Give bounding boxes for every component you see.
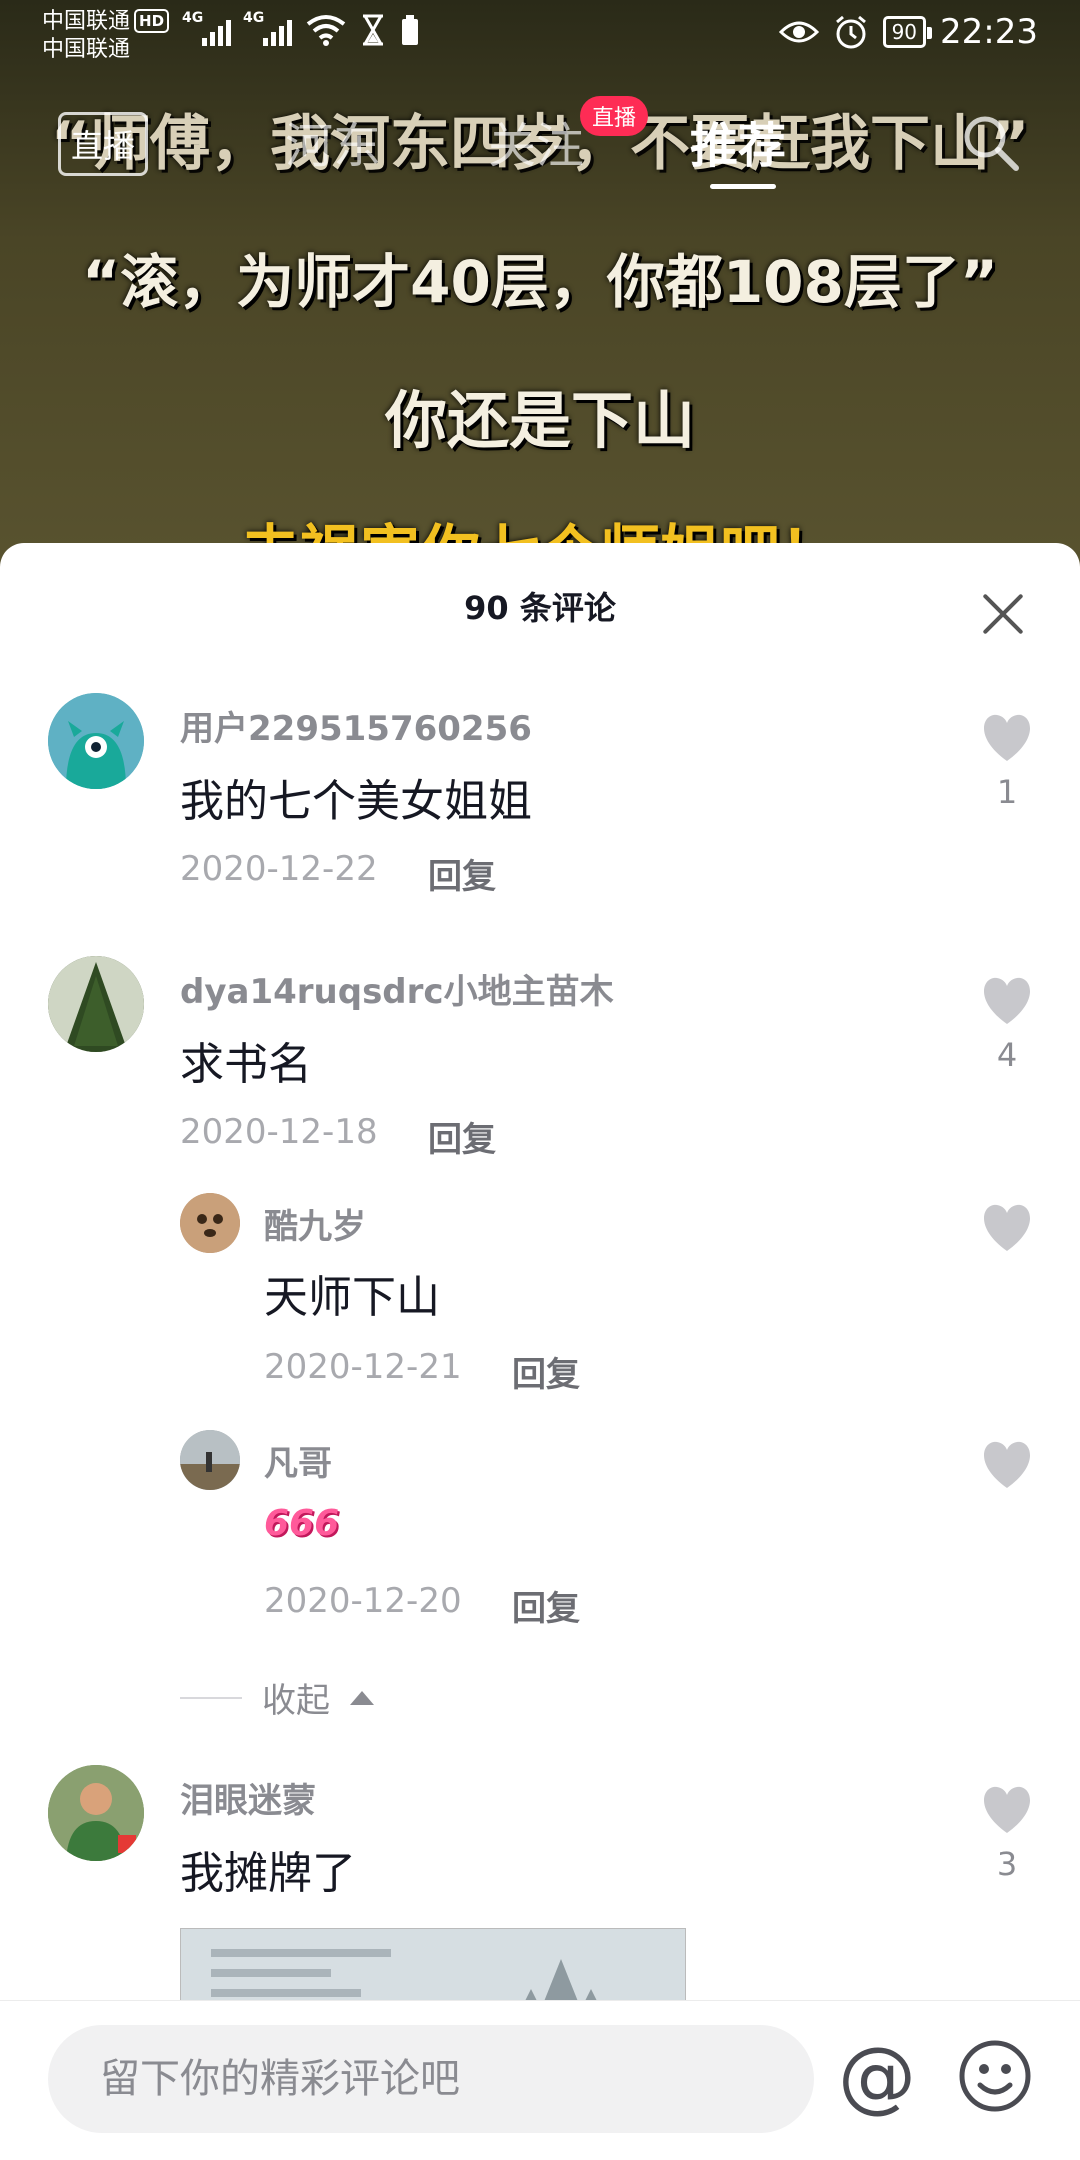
heart-icon xyxy=(984,714,1030,761)
heart-icon xyxy=(984,1441,1030,1488)
comment-text: 求书名 xyxy=(180,1039,312,1090)
network-type: 4G xyxy=(243,10,265,26)
network-type: 4G xyxy=(182,10,204,26)
wifi-icon xyxy=(306,15,346,46)
like-count: 1 xyxy=(996,773,1018,811)
reply-username[interactable]: 凡哥 xyxy=(264,1436,332,1485)
like-count: 3 xyxy=(996,1845,1018,1883)
avatar[interactable] xyxy=(48,1765,144,1861)
tab-live[interactable]: 直播 xyxy=(58,112,149,176)
reply-text: 天师下山 xyxy=(264,1272,440,1323)
comment-date: 2020-12-18 xyxy=(180,1112,378,1152)
avatar[interactable] xyxy=(180,1193,240,1253)
video-player[interactable]: “师傅，我河东四岁，不要赶我下山” “滚，为师才40层，你都108层了” 你还是… xyxy=(0,0,1080,600)
tab-hedong[interactable]: 河东 xyxy=(285,106,381,176)
top-nav: 直播 河东 关注 直播 推荐 xyxy=(0,96,1080,196)
live-badge: 直播 xyxy=(580,96,649,136)
comment-username[interactable]: dya14ruqsdrc小地主苗木 xyxy=(180,964,614,1013)
comment-date: 2020-12-22 xyxy=(180,849,378,889)
comment-input-bar: @ xyxy=(0,2000,1080,2160)
tab-follow[interactable]: 关注 xyxy=(488,106,584,176)
reply-date: 2020-12-21 xyxy=(264,1347,462,1387)
reply-date: 2020-12-20 xyxy=(264,1581,462,1621)
avatar[interactable] xyxy=(48,956,144,1052)
reply-button[interactable]: 回复 xyxy=(428,849,496,898)
battery-icon: 90 xyxy=(882,16,933,48)
avatar-landscape-icon xyxy=(180,1430,240,1490)
comment-username[interactable]: 泪眼迷蒙 xyxy=(180,1773,316,1822)
like-button[interactable] xyxy=(978,1440,1036,1494)
hourglass-icon xyxy=(363,14,383,46)
video-caption: 你还是下山 xyxy=(384,384,695,457)
avatar[interactable] xyxy=(180,1430,240,1490)
like-button[interactable]: 1 xyxy=(978,713,1036,811)
heart-icon xyxy=(984,1786,1030,1833)
heart-icon xyxy=(984,977,1030,1024)
system-status: 90 22:23 xyxy=(778,12,1038,52)
close-icon[interactable] xyxy=(982,593,1024,635)
eye-icon xyxy=(778,21,819,43)
battery-saver-icon xyxy=(402,15,418,45)
avatar-person-icon xyxy=(48,1765,144,1861)
alarm-icon xyxy=(835,15,866,49)
divider xyxy=(180,1696,242,1699)
avatar[interactable] xyxy=(48,693,144,789)
comment-text: 我的七个美女姐姐 xyxy=(180,776,532,827)
like-button[interactable] xyxy=(978,1203,1036,1257)
reply-button[interactable]: 回复 xyxy=(512,1347,580,1396)
reply-text-666-sticker: 666 xyxy=(264,1503,340,1544)
comments-count-title: 90 条评论 xyxy=(464,589,616,627)
signal-icon: 4G xyxy=(182,10,231,46)
reply-button[interactable]: 回复 xyxy=(512,1581,580,1630)
carrier-info: 中国联通 HD 中国联通 xyxy=(42,8,170,64)
hd-badge: HD xyxy=(134,9,170,33)
emoji-icon[interactable] xyxy=(958,2039,1032,2113)
avatar-tree-icon xyxy=(48,956,144,1052)
network-icons: 4G 4G xyxy=(182,10,420,46)
comments-sheet: 90 条评论 用户229515760256 我的七个美女姐姐 2020-12-2… xyxy=(0,543,1080,2160)
status-bar: 中国联通 HD 中国联通 4G 4G 90 22:23 xyxy=(0,0,1080,68)
carrier-1: 中国联通 xyxy=(42,9,131,34)
comment-input[interactable] xyxy=(48,2025,814,2133)
like-button[interactable]: 3 xyxy=(978,1785,1036,1883)
collapse-label: 收起 xyxy=(262,1681,330,1721)
comment-username[interactable]: 用户229515760256 xyxy=(180,701,532,750)
mention-button[interactable]: @ xyxy=(838,2027,916,2127)
collapse-replies-button[interactable]: 收起 xyxy=(180,1673,374,1722)
tab-recommend[interactable]: 推荐 xyxy=(690,106,786,176)
comment-text: 我摊牌了 xyxy=(180,1848,356,1899)
avatar-monster-icon xyxy=(48,693,144,789)
like-button[interactable]: 4 xyxy=(978,976,1036,1074)
heart-icon xyxy=(984,1204,1030,1251)
avatar-face-icon xyxy=(180,1193,240,1253)
search-icon[interactable] xyxy=(958,110,1022,174)
active-tab-indicator xyxy=(710,184,776,189)
video-caption: “滚，为师才40层，你都108层了” xyxy=(81,248,999,316)
reply-button[interactable]: 回复 xyxy=(428,1112,496,1161)
reply-username[interactable]: 酷九岁 xyxy=(264,1199,366,1248)
signal-icon: 4G xyxy=(243,10,292,46)
chevron-up-icon xyxy=(350,1690,374,1705)
like-count: 4 xyxy=(996,1036,1018,1074)
carrier-2: 中国联通 xyxy=(42,37,131,62)
clock: 22:23 xyxy=(940,12,1038,52)
